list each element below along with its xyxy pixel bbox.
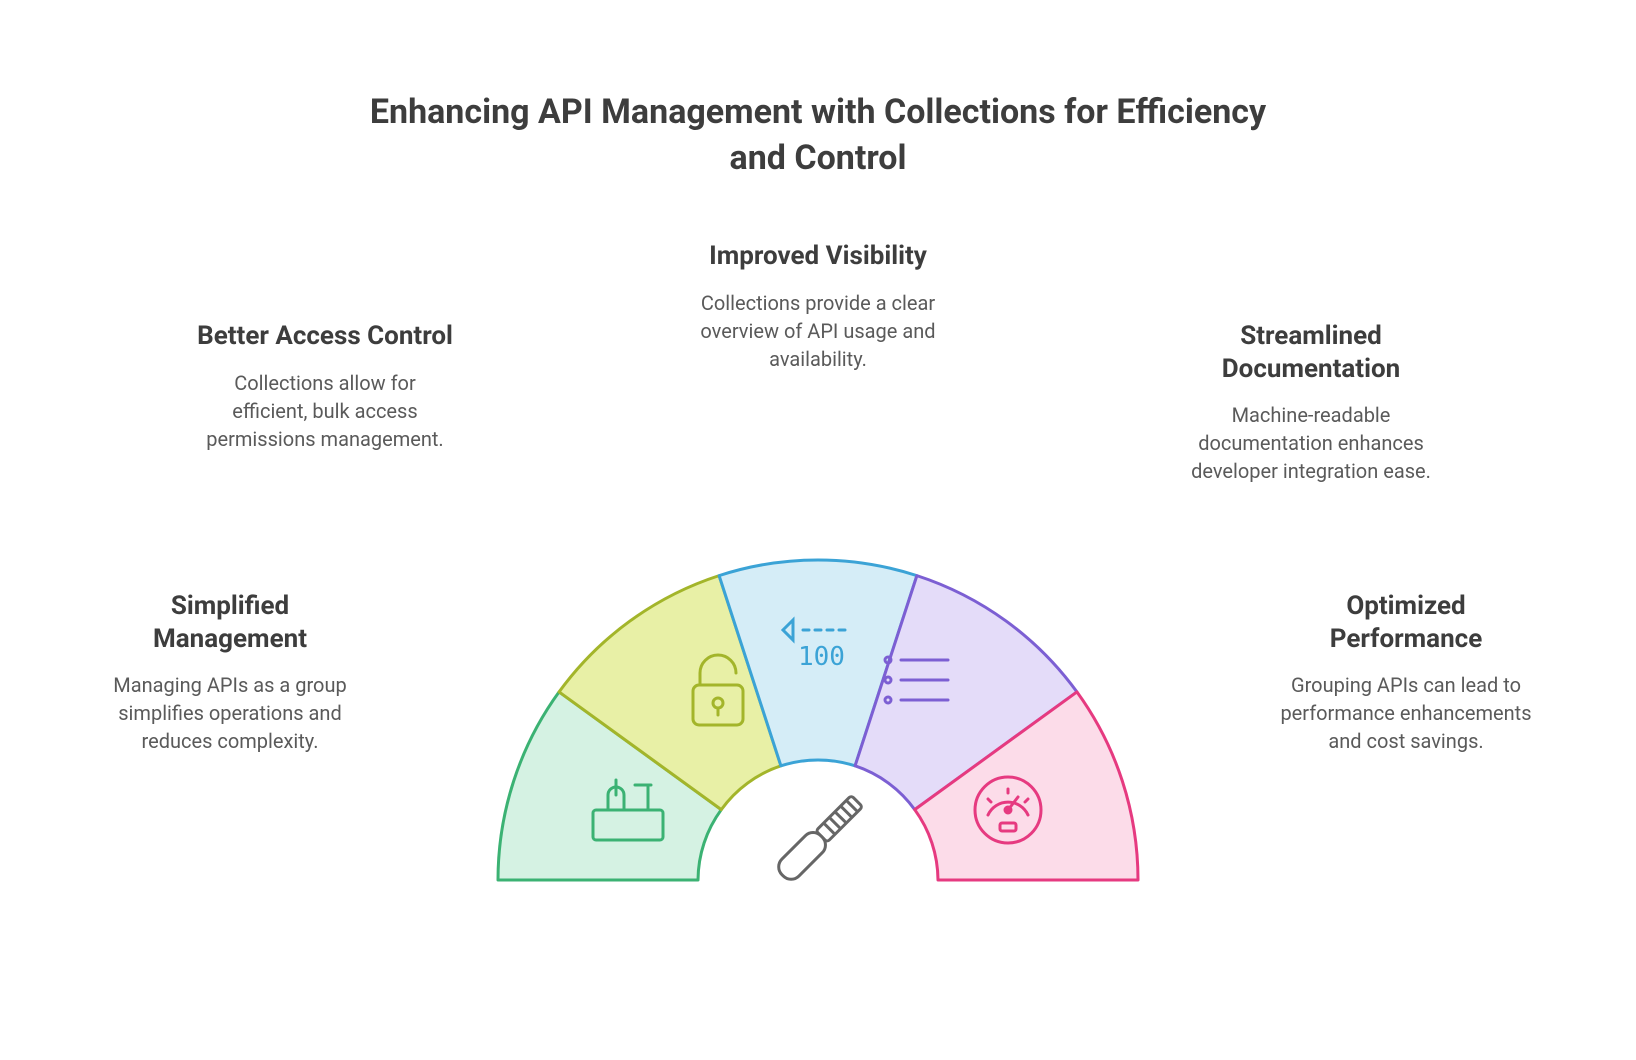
label-heading: Improved Visibility bbox=[688, 240, 948, 273]
label-body: Managing APIs as a group simplifies oper… bbox=[100, 671, 360, 755]
fan-diagram: 100 bbox=[368, 500, 1268, 900]
svg-text:100: 100 bbox=[798, 642, 845, 672]
label-streamlined-documentation: Streamlined Documentation Machine-readab… bbox=[1181, 320, 1441, 485]
label-heading: Better Access Control bbox=[195, 320, 455, 353]
label-body: Collections provide a clear overview of … bbox=[688, 289, 948, 373]
label-body: Collections allow for efficient, bulk ac… bbox=[195, 369, 455, 453]
diagram-title: Enhancing API Management with Collection… bbox=[368, 90, 1268, 182]
label-better-access-control: Better Access Control Collections allow … bbox=[195, 320, 455, 453]
label-optimized-performance: Optimized Performance Grouping APIs can … bbox=[1276, 590, 1536, 755]
label-body: Grouping APIs can lead to performance en… bbox=[1276, 671, 1536, 755]
label-heading: Optimized Performance bbox=[1276, 590, 1536, 655]
label-improved-visibility: Improved Visibility Collections provide … bbox=[688, 240, 948, 373]
label-heading: Streamlined Documentation bbox=[1181, 320, 1441, 385]
label-body: Machine-readable documentation enhances … bbox=[1181, 401, 1441, 485]
label-simplified-management: Simplified Management Managing APIs as a… bbox=[100, 590, 360, 755]
screwdriver-icon bbox=[774, 793, 865, 884]
label-heading: Simplified Management bbox=[100, 590, 360, 655]
